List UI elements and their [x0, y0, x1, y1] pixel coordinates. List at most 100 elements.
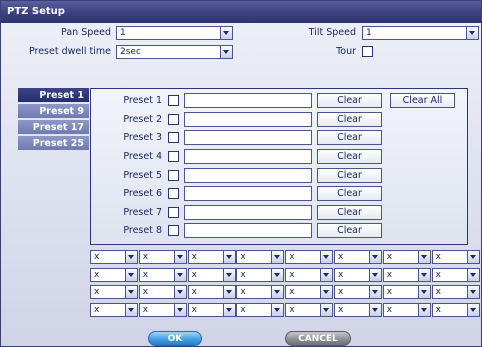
tour-step-select[interactable]: x: [90, 250, 138, 264]
chevron-down-icon[interactable]: [125, 268, 137, 281]
tour-step-select[interactable]: x: [236, 250, 285, 264]
preset-name-field[interactable]: [184, 93, 312, 108]
tour-step-select[interactable]: x: [334, 250, 382, 264]
tour-step-select[interactable]: x: [138, 285, 187, 299]
clear-button[interactable]: Clear: [317, 149, 382, 164]
chevron-down-icon[interactable]: [173, 303, 186, 316]
tour-step-select[interactable]: x: [187, 302, 236, 317]
tour-step-select[interactable]: x: [431, 250, 480, 264]
chevron-down-icon[interactable]: [125, 303, 137, 316]
chevron-down-icon[interactable]: [320, 268, 333, 281]
tab-preset-1[interactable]: Preset 1: [18, 88, 89, 103]
chevron-down-icon[interactable]: [320, 286, 333, 298]
chevron-down-icon[interactable]: [220, 27, 232, 39]
clear-button[interactable]: Clear: [317, 186, 382, 201]
tour-step-select[interactable]: x: [285, 267, 334, 282]
preset-checkbox[interactable]: [168, 170, 179, 181]
preset-checkbox[interactable]: [168, 151, 179, 162]
chevron-down-icon[interactable]: [417, 303, 430, 316]
preset-name-field[interactable]: [184, 205, 312, 220]
preset-name-field[interactable]: [184, 130, 312, 145]
tour-step-select[interactable]: x: [334, 267, 382, 282]
clear-all-button[interactable]: Clear All: [390, 93, 455, 108]
preset-checkbox[interactable]: [168, 114, 179, 125]
tour-step-select[interactable]: x: [285, 302, 334, 317]
tour-step-select[interactable]: x: [431, 285, 480, 299]
preset-name-field[interactable]: [184, 223, 312, 238]
tour-step-select[interactable]: x: [187, 250, 236, 264]
chevron-down-icon[interactable]: [173, 268, 186, 281]
chevron-down-icon[interactable]: [271, 251, 284, 263]
clear-button[interactable]: Clear: [317, 205, 382, 220]
chevron-down-icon[interactable]: [369, 303, 381, 316]
chevron-down-icon[interactable]: [222, 251, 235, 263]
chevron-down-icon[interactable]: [222, 303, 235, 316]
tour-step-select[interactable]: x: [382, 302, 431, 317]
chevron-down-icon[interactable]: [417, 286, 430, 298]
tour-step-select[interactable]: x: [334, 285, 382, 299]
chevron-down-icon[interactable]: [125, 286, 137, 298]
tab-preset-9[interactable]: Preset 9: [18, 104, 89, 119]
chevron-down-icon[interactable]: [466, 286, 479, 298]
chevron-down-icon[interactable]: [320, 251, 333, 263]
chevron-down-icon[interactable]: [173, 286, 186, 298]
chevron-down-icon[interactable]: [125, 251, 137, 263]
clear-button[interactable]: Clear: [317, 130, 382, 145]
tour-step-select[interactable]: x: [90, 285, 138, 299]
tour-step-select[interactable]: x: [285, 285, 334, 299]
preset-checkbox[interactable]: [168, 225, 179, 236]
chevron-down-icon[interactable]: [466, 303, 479, 316]
pan-speed-select[interactable]: 1: [116, 26, 233, 40]
chevron-down-icon[interactable]: [173, 251, 186, 263]
tab-preset-17[interactable]: Preset 17: [18, 120, 89, 135]
chevron-down-icon[interactable]: [320, 303, 333, 316]
chevron-down-icon[interactable]: [369, 268, 381, 281]
tour-step-select[interactable]: x: [382, 285, 431, 299]
preset-name-field[interactable]: [184, 112, 312, 127]
preset-name-field[interactable]: [184, 149, 312, 164]
chevron-down-icon[interactable]: [369, 286, 381, 298]
tab-preset-25[interactable]: Preset 25: [18, 136, 89, 151]
tour-step-select[interactable]: x: [90, 267, 138, 282]
chevron-down-icon[interactable]: [222, 268, 235, 281]
clear-button[interactable]: Clear: [317, 112, 382, 127]
tour-step-select[interactable]: x: [90, 302, 138, 317]
clear-button[interactable]: Clear: [317, 223, 382, 238]
chevron-down-icon[interactable]: [271, 268, 284, 281]
tour-step-select[interactable]: x: [382, 267, 431, 282]
chevron-down-icon[interactable]: [466, 268, 479, 281]
tour-step-select[interactable]: x: [334, 302, 382, 317]
chevron-down-icon[interactable]: [466, 27, 478, 39]
preset-dwell-time-select[interactable]: 2sec: [116, 45, 233, 59]
tour-step-select[interactable]: x: [187, 267, 236, 282]
preset-checkbox[interactable]: [168, 95, 179, 106]
chevron-down-icon[interactable]: [271, 303, 284, 316]
tour-step-select[interactable]: x: [138, 250, 187, 264]
chevron-down-icon[interactable]: [369, 251, 381, 263]
tour-step-select[interactable]: x: [236, 267, 285, 282]
tour-step-select[interactable]: x: [431, 302, 480, 317]
preset-name-field[interactable]: [184, 186, 312, 201]
ok-button[interactable]: OK: [148, 331, 202, 346]
tilt-speed-select[interactable]: 1: [362, 26, 479, 40]
tour-step-select[interactable]: x: [236, 285, 285, 299]
tour-checkbox[interactable]: [362, 46, 373, 57]
chevron-down-icon[interactable]: [271, 286, 284, 298]
chevron-down-icon[interactable]: [222, 286, 235, 298]
preset-name-field[interactable]: [184, 168, 312, 183]
chevron-down-icon[interactable]: [220, 46, 232, 58]
tour-step-select[interactable]: x: [236, 302, 285, 317]
clear-button[interactable]: Clear: [317, 168, 382, 183]
tour-step-select[interactable]: x: [138, 302, 187, 317]
cancel-button[interactable]: CANCEL: [285, 331, 351, 346]
tour-step-select[interactable]: x: [187, 285, 236, 299]
preset-checkbox[interactable]: [168, 132, 179, 143]
chevron-down-icon[interactable]: [417, 251, 430, 263]
chevron-down-icon[interactable]: [417, 268, 430, 281]
preset-checkbox[interactable]: [168, 207, 179, 218]
clear-button[interactable]: Clear: [317, 93, 382, 108]
preset-checkbox[interactable]: [168, 188, 179, 199]
tour-step-select[interactable]: x: [138, 267, 187, 282]
chevron-down-icon[interactable]: [466, 251, 479, 263]
tour-step-select[interactable]: x: [382, 250, 431, 264]
